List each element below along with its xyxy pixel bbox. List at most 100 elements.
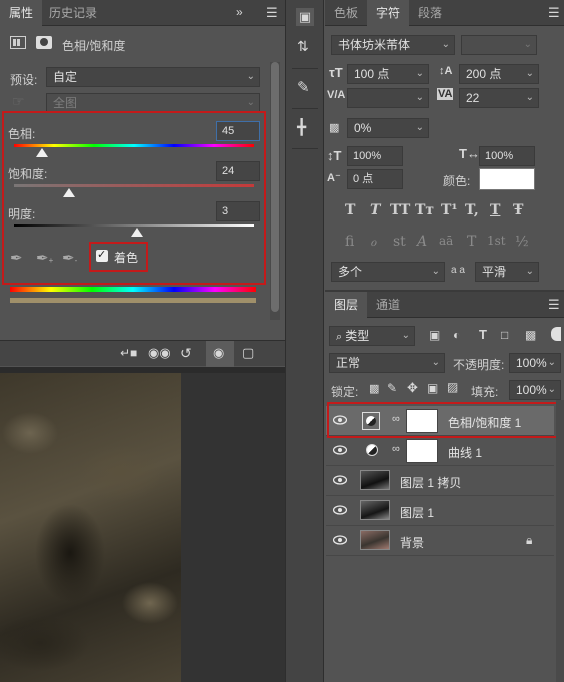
ligatures-button[interactable]: fi	[345, 234, 354, 250]
3d-cube-icon[interactable]: ▣	[296, 8, 314, 26]
baseline-shift-input[interactable]: 0 点	[347, 169, 403, 189]
brush-tool-icon[interactable]: ✎	[297, 78, 310, 96]
superscript-button[interactable]: T¹	[441, 202, 458, 218]
link-chain-icon[interactable]: ∞	[392, 443, 400, 455]
mask-icon[interactable]	[36, 36, 52, 49]
blend-mode-dropdown[interactable]: 正常 ⌄	[329, 353, 445, 373]
kerning-dropdown[interactable]: ⌄	[347, 88, 429, 108]
filter-type-icon[interactable]: T	[479, 327, 487, 342]
tsume-dropdown[interactable]: 0% ⌄	[347, 118, 429, 138]
lock-all-icon[interactable]: ▨	[447, 380, 458, 394]
channel-dropdown[interactable]: 全图 ⌄	[46, 93, 260, 113]
layer-thumbnail[interactable]	[360, 470, 390, 490]
reset-icon[interactable]: ↺	[180, 345, 192, 362]
panel-menu-icon[interactable]: ☰	[266, 5, 278, 21]
filter-toggle-switch[interactable]	[551, 327, 561, 341]
layer-row[interactable]: 背景 🔒︎	[326, 526, 554, 556]
subscript-button[interactable]: T,	[465, 202, 479, 218]
layer-name[interactable]: 图层 1	[400, 504, 434, 521]
lock-transparent-pixels-icon[interactable]: ▩	[369, 382, 379, 395]
layer-name[interactable]: 曲线 1	[448, 444, 482, 461]
language-dropdown[interactable]: 多个 ⌄	[331, 262, 445, 282]
strikethrough-button[interactable]: Ŧ	[513, 202, 523, 218]
tool-divider	[292, 68, 318, 69]
layer-mask-thumbnail[interactable]	[406, 439, 438, 463]
baseline-shift-icon: A⁻	[327, 172, 341, 184]
tab-layers[interactable]: 图层	[325, 292, 368, 318]
lock-artboard-icon[interactable]: ▣	[427, 381, 438, 395]
tracking-dropdown[interactable]: 22 ⌄	[459, 88, 539, 108]
trash-icon[interactable]: ▢	[242, 345, 254, 361]
stylistic-alternates-button[interactable]: aā	[439, 234, 453, 248]
scrollbar-thumb[interactable]	[271, 62, 279, 312]
properties-scrollbar[interactable]	[270, 62, 280, 320]
all-caps-button[interactable]: TT	[390, 202, 410, 218]
font-style-dropdown[interactable]: ⌄	[461, 35, 537, 55]
faux-italic-button[interactable]: T	[370, 202, 380, 218]
collapse-panel-icon[interactable]: »​	[236, 5, 243, 19]
tsume-value: 0%	[354, 121, 372, 135]
fill-dropdown[interactable]: 100% ⌄	[509, 380, 561, 400]
contextual-alternates-button[interactable]: ℴ	[370, 234, 376, 250]
toggle-visibility-button[interactable]: ◉	[206, 341, 234, 367]
chevron-down-icon: ⌄	[547, 384, 556, 395]
eye-icon[interactable]	[333, 535, 347, 545]
colorize-highlight-box	[89, 242, 148, 272]
leading-dropdown[interactable]: 200 点 ⌄	[459, 64, 539, 84]
document-image[interactable]	[0, 373, 181, 682]
layer-row[interactable]: ∞ 曲线 1	[326, 436, 554, 466]
tab-swatches[interactable]: 色板	[325, 0, 367, 26]
adjustment-layer-icon	[366, 444, 378, 456]
tab-character[interactable]: 字符	[367, 0, 410, 26]
properties-panel: 属性 历史记录 »​ ☰ 色相/饱和度 预设: 自定 ⌄ ☞ 全图 ⌄ 色相: …	[0, 0, 285, 340]
titling-alternates-button[interactable]: T	[467, 234, 476, 250]
eye-icon[interactable]	[333, 505, 347, 515]
tab-history[interactable]: 历史记录	[40, 0, 106, 26]
font-size-dropdown[interactable]: 100 点 ⌄	[347, 64, 429, 84]
filter-pixel-icon[interactable]: ▣	[429, 328, 440, 342]
layer-name[interactable]: 图层 1 拷贝	[400, 474, 461, 491]
small-caps-button[interactable]: Tт	[415, 202, 434, 218]
target-adjust-hand-icon[interactable]: ☞	[12, 93, 25, 110]
blend-mode-value: 正常	[336, 356, 361, 370]
fractions-button[interactable]: ½	[515, 234, 529, 250]
preset-dropdown[interactable]: 自定 ⌄	[46, 67, 260, 87]
horizontal-scale-input[interactable]: 100%	[479, 146, 535, 166]
lock-position-icon[interactable]: ✥	[407, 380, 418, 396]
swash-button[interactable]: A	[417, 234, 427, 250]
underline-button[interactable]: T	[490, 202, 500, 218]
swap-order-icon[interactable]: ⇅	[297, 38, 309, 55]
anti-alias-dropdown[interactable]: 平滑 ⌄	[475, 262, 539, 282]
opacity-dropdown[interactable]: 100% ⌄	[509, 353, 561, 373]
text-color-swatch[interactable]	[479, 168, 535, 190]
tab-channels[interactable]: 通道	[367, 292, 409, 318]
ordinals-button[interactable]: 1st	[487, 234, 506, 248]
crop-tool-icon[interactable]: ╋	[297, 118, 306, 136]
eye-icon[interactable]	[333, 475, 347, 485]
panel-menu-icon[interactable]: ☰	[548, 297, 560, 313]
discretionary-ligatures-button[interactable]: st	[393, 234, 406, 250]
tab-properties[interactable]: 属性	[0, 0, 43, 26]
filter-shape-icon[interactable]: □	[501, 328, 508, 342]
eye-icon[interactable]	[333, 445, 347, 455]
filter-smart-object-icon[interactable]: ▩	[525, 328, 536, 342]
clip-to-layer-icon[interactable]: ↵■	[120, 346, 137, 360]
lock-icon[interactable]: 🔒︎	[526, 533, 532, 548]
layer-thumbnail[interactable]	[360, 530, 390, 550]
chevron-down-icon: ⌄	[525, 266, 534, 277]
font-family-dropdown[interactable]: 书体坊米芾体 ⌄	[331, 35, 455, 55]
layer-thumbnail[interactable]	[360, 500, 390, 520]
faux-bold-button[interactable]: T	[345, 202, 355, 218]
vertical-scale-input[interactable]: 100%	[347, 146, 403, 166]
layer-row[interactable]: 图层 1 拷贝	[326, 466, 554, 496]
panel-menu-icon[interactable]: ☰	[548, 5, 560, 21]
view-previous-state-icon[interactable]: ◉◉	[148, 345, 171, 361]
fill-label: 填充:	[471, 385, 499, 399]
filter-adjustment-icon[interactable]: ◐	[453, 328, 460, 342]
tracking-value: 22	[466, 91, 480, 105]
layer-filter-dropdown[interactable]: ⌕ 类型 ⌄	[329, 326, 415, 346]
layer-row[interactable]: 图层 1	[326, 496, 554, 526]
layer-name[interactable]: 背景	[400, 534, 424, 551]
tab-paragraph[interactable]: 段落	[409, 0, 451, 26]
lock-image-pixels-icon[interactable]: ✎	[387, 381, 397, 395]
